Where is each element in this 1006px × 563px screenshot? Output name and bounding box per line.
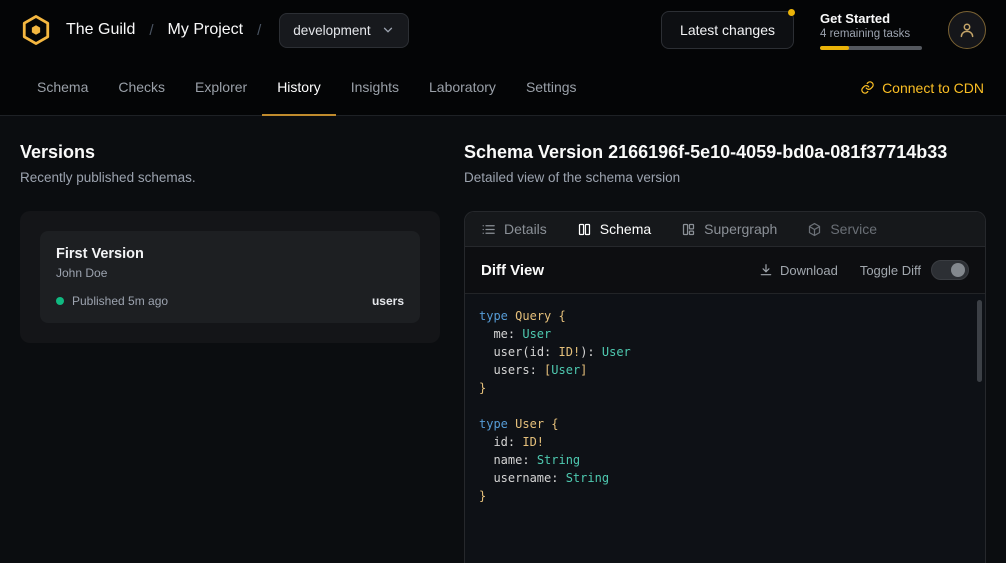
tab-supergraph[interactable]: Supergraph [681, 221, 777, 237]
version-list-item[interactable]: First Version John Doe Published 5m ago … [40, 231, 420, 323]
version-service-badge: users [372, 294, 404, 308]
version-name: First Version [56, 246, 404, 262]
get-started-widget[interactable]: Get Started 4 remaining tasks [820, 11, 922, 50]
user-avatar[interactable] [948, 11, 986, 49]
nav-tab-checks[interactable]: Checks [103, 60, 180, 116]
vertical-scrollbar[interactable] [977, 300, 982, 382]
grid-icon [681, 222, 696, 237]
version-detail-panel: Details Schema Supergraph [464, 211, 986, 563]
top-header: The Guild / My Project / development Lat… [0, 0, 1006, 60]
latest-changes-label: Latest changes [680, 22, 775, 38]
nav-tab-explorer[interactable]: Explorer [180, 60, 262, 116]
header-actions: Latest changes Get Started 4 remaining t… [661, 11, 986, 50]
versions-title: Versions [20, 142, 440, 163]
tab-details[interactable]: Details [481, 221, 547, 237]
diff-view-title: Diff View [481, 262, 544, 279]
notification-dot [788, 9, 795, 16]
breadcrumb: The Guild / My Project / development [20, 13, 409, 48]
detail-tabs: Details Schema Supergraph [465, 212, 985, 247]
version-status: Published 5m ago [72, 294, 168, 308]
user-icon [958, 21, 976, 39]
chevron-down-icon [381, 23, 395, 37]
versions-column: Versions Recently published schemas. Fir… [20, 142, 440, 563]
version-detail-title: Schema Version 2166196f-5e10-4059-bd0a-0… [464, 142, 986, 163]
download-button[interactable]: Download [759, 263, 838, 278]
published-status-dot [56, 297, 64, 305]
breadcrumb-project[interactable]: My Project [168, 21, 244, 39]
version-meta: Published 5m ago users [56, 294, 404, 308]
nav-tab-laboratory[interactable]: Laboratory [414, 60, 511, 116]
download-icon [759, 263, 773, 277]
tab-supergraph-label: Supergraph [704, 221, 777, 237]
get-started-subtitle: 4 remaining tasks [820, 28, 922, 40]
toggle-diff-switch[interactable] [931, 260, 969, 280]
connect-to-cdn-label: Connect to CDN [882, 80, 984, 96]
list-icon [481, 222, 496, 237]
nav-tab-schema[interactable]: Schema [22, 60, 103, 116]
breadcrumb-separator: / [149, 22, 153, 39]
tab-schema-label: Schema [600, 221, 651, 237]
get-started-progress-fill [820, 46, 849, 50]
latest-changes-button[interactable]: Latest changes [661, 11, 794, 49]
tab-schema[interactable]: Schema [577, 221, 651, 237]
toggle-diff-control: Toggle Diff [860, 260, 969, 280]
environment-label: development [293, 23, 370, 38]
versions-subtitle: Recently published schemas. [20, 170, 440, 185]
version-detail-column: Schema Version 2166196f-5e10-4059-bd0a-0… [464, 142, 986, 563]
get-started-title: Get Started [820, 11, 922, 26]
breadcrumb-separator: / [257, 22, 261, 39]
diff-toolbar: Diff View Download Toggle Diff [465, 247, 985, 294]
environment-selector[interactable]: development [279, 13, 408, 48]
columns-icon [577, 222, 592, 237]
connect-to-cdn-button[interactable]: Connect to CDN [860, 60, 984, 115]
nav-tab-settings[interactable]: Settings [511, 60, 592, 116]
cube-icon [807, 222, 822, 237]
versions-list: First Version John Doe Published 5m ago … [20, 211, 440, 343]
tab-service-label: Service [830, 221, 877, 237]
toggle-knob [951, 263, 965, 277]
diff-actions: Download Toggle Diff [759, 260, 969, 280]
breadcrumb-org[interactable]: The Guild [66, 21, 135, 39]
hive-logo-icon [20, 14, 52, 46]
code-block[interactable]: type Query { me: User user(id: ID!): Use… [465, 294, 985, 518]
version-detail-subtitle: Detailed view of the schema version [464, 170, 986, 185]
nav-tab-insights[interactable]: Insights [336, 60, 414, 116]
nav-tab-history[interactable]: History [262, 60, 336, 116]
link-icon [860, 80, 875, 95]
primary-nav: Schema Checks Explorer History Insights … [0, 60, 1006, 116]
main-content: Versions Recently published schemas. Fir… [0, 116, 1006, 563]
toggle-diff-label: Toggle Diff [860, 263, 921, 278]
tab-service[interactable]: Service [807, 221, 877, 237]
download-label: Download [780, 263, 838, 278]
tab-details-label: Details [504, 221, 547, 237]
schema-code-area: type Query { me: User user(id: ID!): Use… [465, 294, 985, 563]
hive-logo[interactable] [20, 14, 52, 46]
version-author: John Doe [56, 266, 404, 280]
get-started-progress-bar [820, 46, 922, 50]
